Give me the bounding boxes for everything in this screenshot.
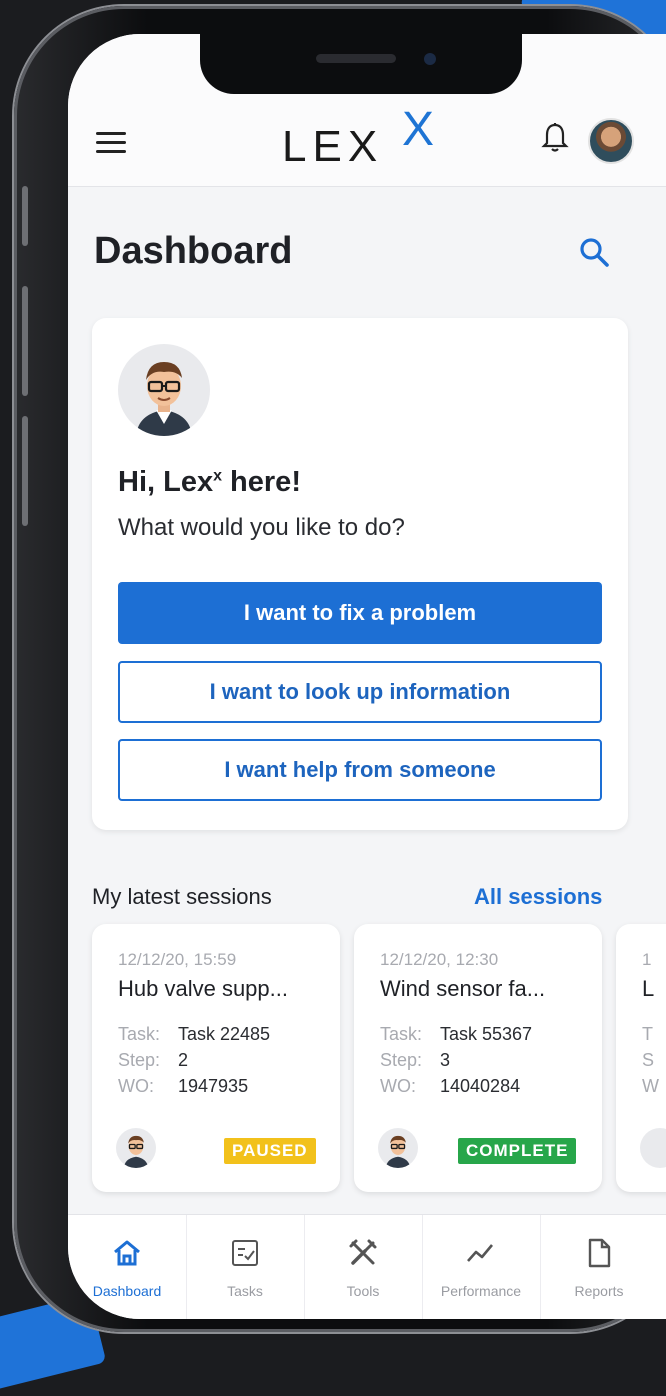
phone-side-button: [22, 286, 28, 396]
app-screen: LEX X Dashboard Hi, Lexx here! What woul…: [68, 34, 666, 1319]
page-title: Dashboard: [94, 230, 293, 272]
nav-item-dashboard[interactable]: Dashboard: [68, 1215, 187, 1319]
session-wo: WO: 1947935: [118, 1076, 249, 1096]
assistant-prompt: What would you like to do?: [118, 514, 405, 541]
nav-label: Tools: [346, 1283, 380, 1299]
phone-side-button: [22, 416, 28, 526]
session-card[interactable]: 12/12/20, 12:30 Wind sensor fa... Task: T…: [354, 924, 602, 1192]
session-date: 1: [642, 950, 652, 969]
nav-label: Dashboard: [92, 1283, 162, 1299]
session-wo: WO: 14040284: [380, 1076, 521, 1096]
nav-label: Reports: [574, 1283, 624, 1299]
phone-speaker: [316, 54, 396, 63]
tasks-icon: [232, 1240, 258, 1266]
session-title: L: [642, 976, 655, 1001]
session-title: Hub valve supp...: [118, 976, 288, 1001]
session-date: 12/12/20, 12:30: [380, 950, 499, 969]
session-avatar: [378, 1128, 418, 1168]
app-logo: LEX X: [282, 103, 435, 171]
assistant-card: Hi, Lexx here! What would you like to do…: [92, 318, 628, 830]
session-step: S: [642, 1050, 655, 1070]
session-avatar: [640, 1128, 666, 1168]
performance-icon: [467, 1244, 493, 1262]
nav-label: Tasks: [227, 1283, 263, 1299]
session-wo: W: [642, 1076, 659, 1096]
user-avatar[interactable]: [588, 118, 634, 164]
help-from-someone-button[interactable]: I want help from someone: [118, 739, 602, 801]
nav-item-tools[interactable]: Tools: [304, 1215, 423, 1319]
sessions-title: My latest sessions: [92, 884, 272, 909]
phone-notch: [200, 34, 522, 94]
bell-icon[interactable]: [540, 122, 570, 154]
session-title: Wind sensor fa...: [380, 976, 546, 1001]
home-icon: [114, 1240, 140, 1266]
status-badge: PAUSED: [224, 1138, 316, 1164]
session-task: T: [642, 1024, 653, 1044]
phone-frame: LEX X Dashboard Hi, Lexx here! What woul…: [14, 6, 666, 1332]
all-sessions-link[interactable]: All sessions: [474, 884, 602, 910]
assistant-greeting: Hi, Lexx here!: [118, 466, 301, 498]
reports-icon: [588, 1238, 611, 1268]
session-card[interactable]: 12/12/20, 15:59 Hub valve supp... Task: T…: [92, 924, 340, 1192]
session-avatar: [116, 1128, 156, 1168]
nav-label: Performance: [440, 1283, 522, 1299]
hamburger-icon[interactable]: [96, 132, 126, 154]
search-icon[interactable]: [578, 236, 610, 268]
fix-problem-button[interactable]: I want to fix a problem: [118, 582, 602, 644]
session-task: Task: Task 55367: [380, 1024, 533, 1044]
bottom-navigation: Dashboard Tasks Tools Performance Report…: [68, 1214, 666, 1319]
session-date: 12/12/20, 15:59: [118, 950, 237, 969]
nav-item-reports[interactable]: Reports: [540, 1215, 658, 1319]
phone-side-button: [22, 186, 28, 246]
session-step: Step: 2: [118, 1050, 189, 1070]
look-up-information-button[interactable]: I want to look up information: [118, 661, 602, 723]
session-card[interactable]: 1 L T S W: [616, 924, 666, 1192]
status-badge: COMPLETE: [458, 1138, 577, 1164]
assistant-avatar: [118, 344, 210, 436]
nav-item-tasks[interactable]: Tasks: [186, 1215, 305, 1319]
tools-icon: [349, 1239, 377, 1265]
session-task: Task: Task 22485: [118, 1024, 271, 1044]
nav-item-performance[interactable]: Performance: [422, 1215, 541, 1319]
phone-camera: [424, 53, 436, 65]
session-step: Step: 3: [380, 1050, 451, 1070]
